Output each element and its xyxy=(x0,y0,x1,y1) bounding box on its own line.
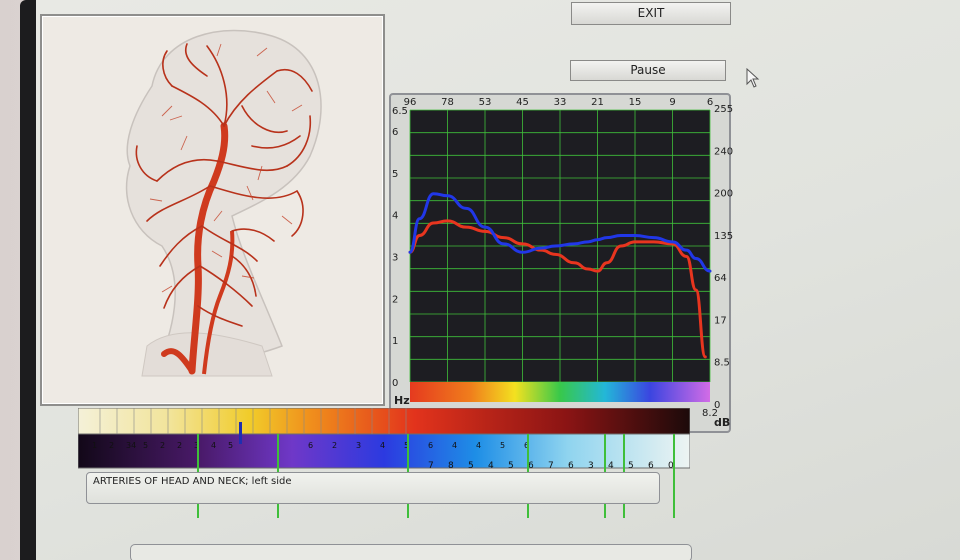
top-tick-label: 9 xyxy=(669,97,675,108)
scale-mark-label: 3 xyxy=(588,461,594,471)
y-right-tick-label: 200 xyxy=(714,189,733,200)
y-left-tick-label: 0 xyxy=(392,378,398,389)
top-tick-label: 96 xyxy=(404,97,417,108)
scale-mark-label: 4 xyxy=(488,461,494,471)
scale-mark-label: 4 xyxy=(452,441,457,450)
scale-mark-label: 6 xyxy=(568,461,574,471)
color-frequency-bar xyxy=(410,382,710,402)
scale-mark-label: 7 xyxy=(548,461,554,471)
app-screen: EXIT Pause 6.5 6 5 4 3 2 1 0 255 240 200… xyxy=(36,0,960,560)
top-tick-label: 53 xyxy=(479,97,492,108)
scale-mark-label: 6 xyxy=(648,461,654,471)
scale-mark-label: 8 xyxy=(448,461,454,471)
y-right-tick-label: 135 xyxy=(714,231,733,242)
bottom-panel xyxy=(130,544,692,560)
y-left-tick-label: 4 xyxy=(392,211,398,222)
y-left-tick-label: 6 xyxy=(392,127,398,138)
top-tick-label: 45 xyxy=(516,97,529,108)
scale-mark-label: 5 xyxy=(628,461,634,471)
scale-mark-label: 5 xyxy=(228,441,233,450)
y-right-tick-label: 64 xyxy=(714,273,727,284)
frequency-position-marker xyxy=(239,422,242,444)
top-tick-label: 78 xyxy=(441,97,454,108)
scale-mark-label: 2 xyxy=(160,441,165,450)
y-left-tick-label: 1 xyxy=(392,336,398,347)
exit-button[interactable]: EXIT xyxy=(571,2,731,25)
top-tick-label: 15 xyxy=(629,97,642,108)
top-tick-label: 33 xyxy=(554,97,567,108)
y-right-tick-label: 8.5 xyxy=(714,358,730,369)
scale-mark-label: 4 xyxy=(211,441,216,450)
y-left-tick-label: 5 xyxy=(392,169,398,180)
y-right-unit-label: dB xyxy=(714,416,730,429)
y-right-tick-label: 255 xyxy=(714,104,733,115)
y-left-tick-label: 3 xyxy=(392,252,398,263)
scale-mark-label: 2 xyxy=(109,441,114,450)
y-right-tick-label: 240 xyxy=(714,146,733,157)
scale-mark-label: 2 xyxy=(177,441,182,450)
spectrum-chart-svg: 6.56543210 25524020013564178.50 96 78 53 45… xyxy=(389,93,733,433)
status-bar: ARTERIES OF HEAD AND NECK; left side xyxy=(86,472,660,504)
top-tick-label: 6 xyxy=(707,97,713,108)
scale-mark-label: 4 xyxy=(608,461,614,471)
scale-mark-label: 34 xyxy=(126,441,136,450)
top-tick-label: 21 xyxy=(591,97,604,108)
scale-mark-label: 4 xyxy=(380,441,385,450)
x-unit-label: Hz xyxy=(394,394,410,407)
scale-mark-label: 6 xyxy=(308,441,313,450)
status-text: ARTERIES OF HEAD AND NECK; left side xyxy=(93,476,292,487)
head-neck-arteries-illustration xyxy=(125,29,322,377)
y-right-tick-label: 17 xyxy=(714,315,727,326)
spectrum-chart: 6.5 6 5 4 3 2 1 0 255 240 200 135 64 17 8.5 0 96 78 53 45… xyxy=(388,92,734,438)
scale-mark-label: 5 xyxy=(468,461,474,471)
anatomy-illustration-panel xyxy=(40,14,385,406)
scale-mark-label: 1 xyxy=(92,441,97,450)
scale-mark-label: 4 xyxy=(476,441,481,450)
scale-mark-label: 7 xyxy=(428,461,434,471)
y-left-tick-label: 2 xyxy=(392,294,398,305)
scale-mark-label: 6 xyxy=(428,441,433,450)
scale-mark-label: 5 xyxy=(143,441,148,450)
scale-mark-label: 5 xyxy=(508,461,514,471)
pause-button[interactable]: Pause xyxy=(570,60,726,81)
scale-mark-label: 3 xyxy=(356,441,361,450)
scale-mark-label: 2 xyxy=(332,441,337,450)
mouse-pointer-icon xyxy=(746,67,760,92)
scale-mark-label: 5 xyxy=(500,441,505,450)
